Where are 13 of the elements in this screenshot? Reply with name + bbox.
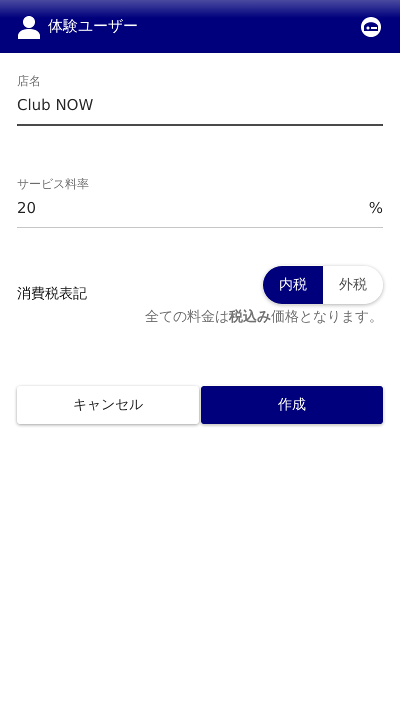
- user-name: 体験ユーザー: [48, 17, 139, 36]
- unit-label: %: [368, 199, 383, 217]
- cancel-button[interactable]: キャンセル: [17, 386, 199, 424]
- tax-label: 消費税表記: [17, 285, 88, 303]
- create-button[interactable]: 作成: [201, 386, 383, 424]
- user-icon: [18, 14, 40, 38]
- segment-option[interactable]: 外税: [323, 266, 383, 304]
- input-field[interactable]: Club NOW: [17, 94, 383, 116]
- field-label: サービス料率: [17, 176, 90, 193]
- tax-note: 全ての料金は税込み価格となります。: [145, 308, 383, 326]
- input-field[interactable]: 20: [17, 197, 369, 219]
- segment-option[interactable]: 内税: [263, 266, 323, 304]
- field-label: 店名: [17, 73, 42, 90]
